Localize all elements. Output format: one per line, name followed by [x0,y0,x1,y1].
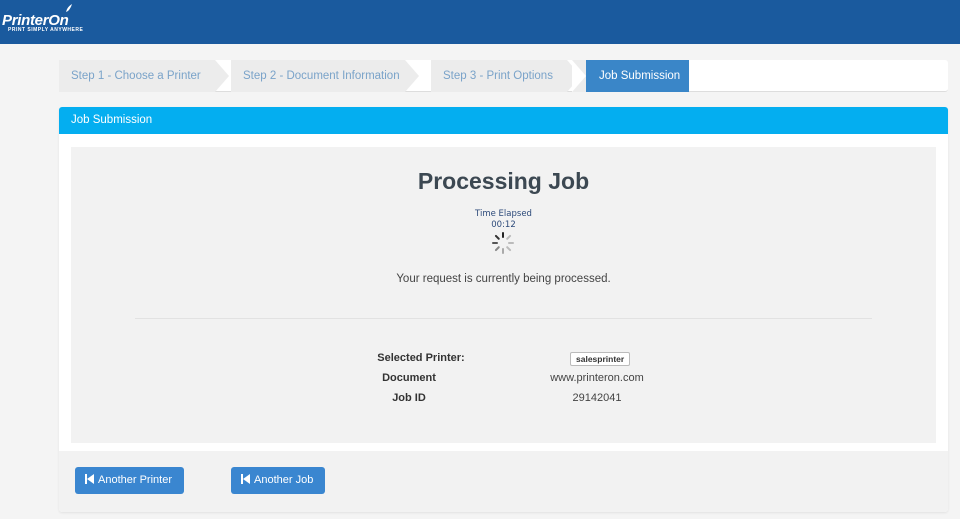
step-separator [405,60,419,92]
top-bar: PrinterOn PRINT SIMPLY ANYWHERE [0,0,960,44]
selected-printer-badge: salesprinter [570,352,631,366]
job-id-value: 29142041 [572,392,622,404]
time-elapsed-value: 00:12 [491,220,516,230]
button-label: Another Job [254,474,314,486]
selected-printer-label: Selected Printer: [377,352,465,364]
step-4-job-submission[interactable]: Job Submission [572,60,689,92]
status-message: Your request is currently being processe… [396,273,611,285]
logo-tagline: PRINT SIMPLY ANYWHERE [8,27,84,33]
another-printer-button[interactable]: Another Printer [75,467,184,494]
step-separator [215,60,229,92]
step-separator [572,60,586,92]
document-label: Document [382,372,436,384]
page-title: Processing Job [417,168,590,194]
panel-footer: Another Printer Another Job [59,451,948,512]
step-label: Step 3 - Print Options [443,70,553,82]
job-status-area: Processing Job Time Elapsed 00:12 Your r… [71,147,936,443]
step-1-choose-printer[interactable]: Step 1 - Choose a Printer [59,60,215,92]
panel-header: Job Submission [59,107,948,134]
button-label: Another Printer [98,474,172,486]
time-elapsed-label: Time Elapsed [475,209,532,219]
printeron-logo[interactable]: PrinterOn PRINT SIMPLY ANYWHERE [2,3,92,39]
skip-back-icon [241,474,250,484]
divider [135,318,872,319]
document-value: www.printeron.com [550,372,644,384]
job-submission-panel: Job Submission Processing Job Time Elaps… [59,107,948,512]
step-progress-bar: Step 1 - Choose a Printer Step 2 - Docum… [59,60,948,92]
step-label: Step 1 - Choose a Printer [71,70,201,82]
another-job-button[interactable]: Another Job [231,467,325,494]
loading-spinner-icon [492,232,514,254]
step-label: Step 2 - Document Information [243,70,400,82]
skip-back-icon [85,474,94,484]
step-3-print-options[interactable]: Step 3 - Print Options [431,60,567,92]
step-2-document-information[interactable]: Step 2 - Document Information [231,60,405,92]
step-label: Job Submission [599,70,681,82]
job-id-label: Job ID [392,392,426,404]
